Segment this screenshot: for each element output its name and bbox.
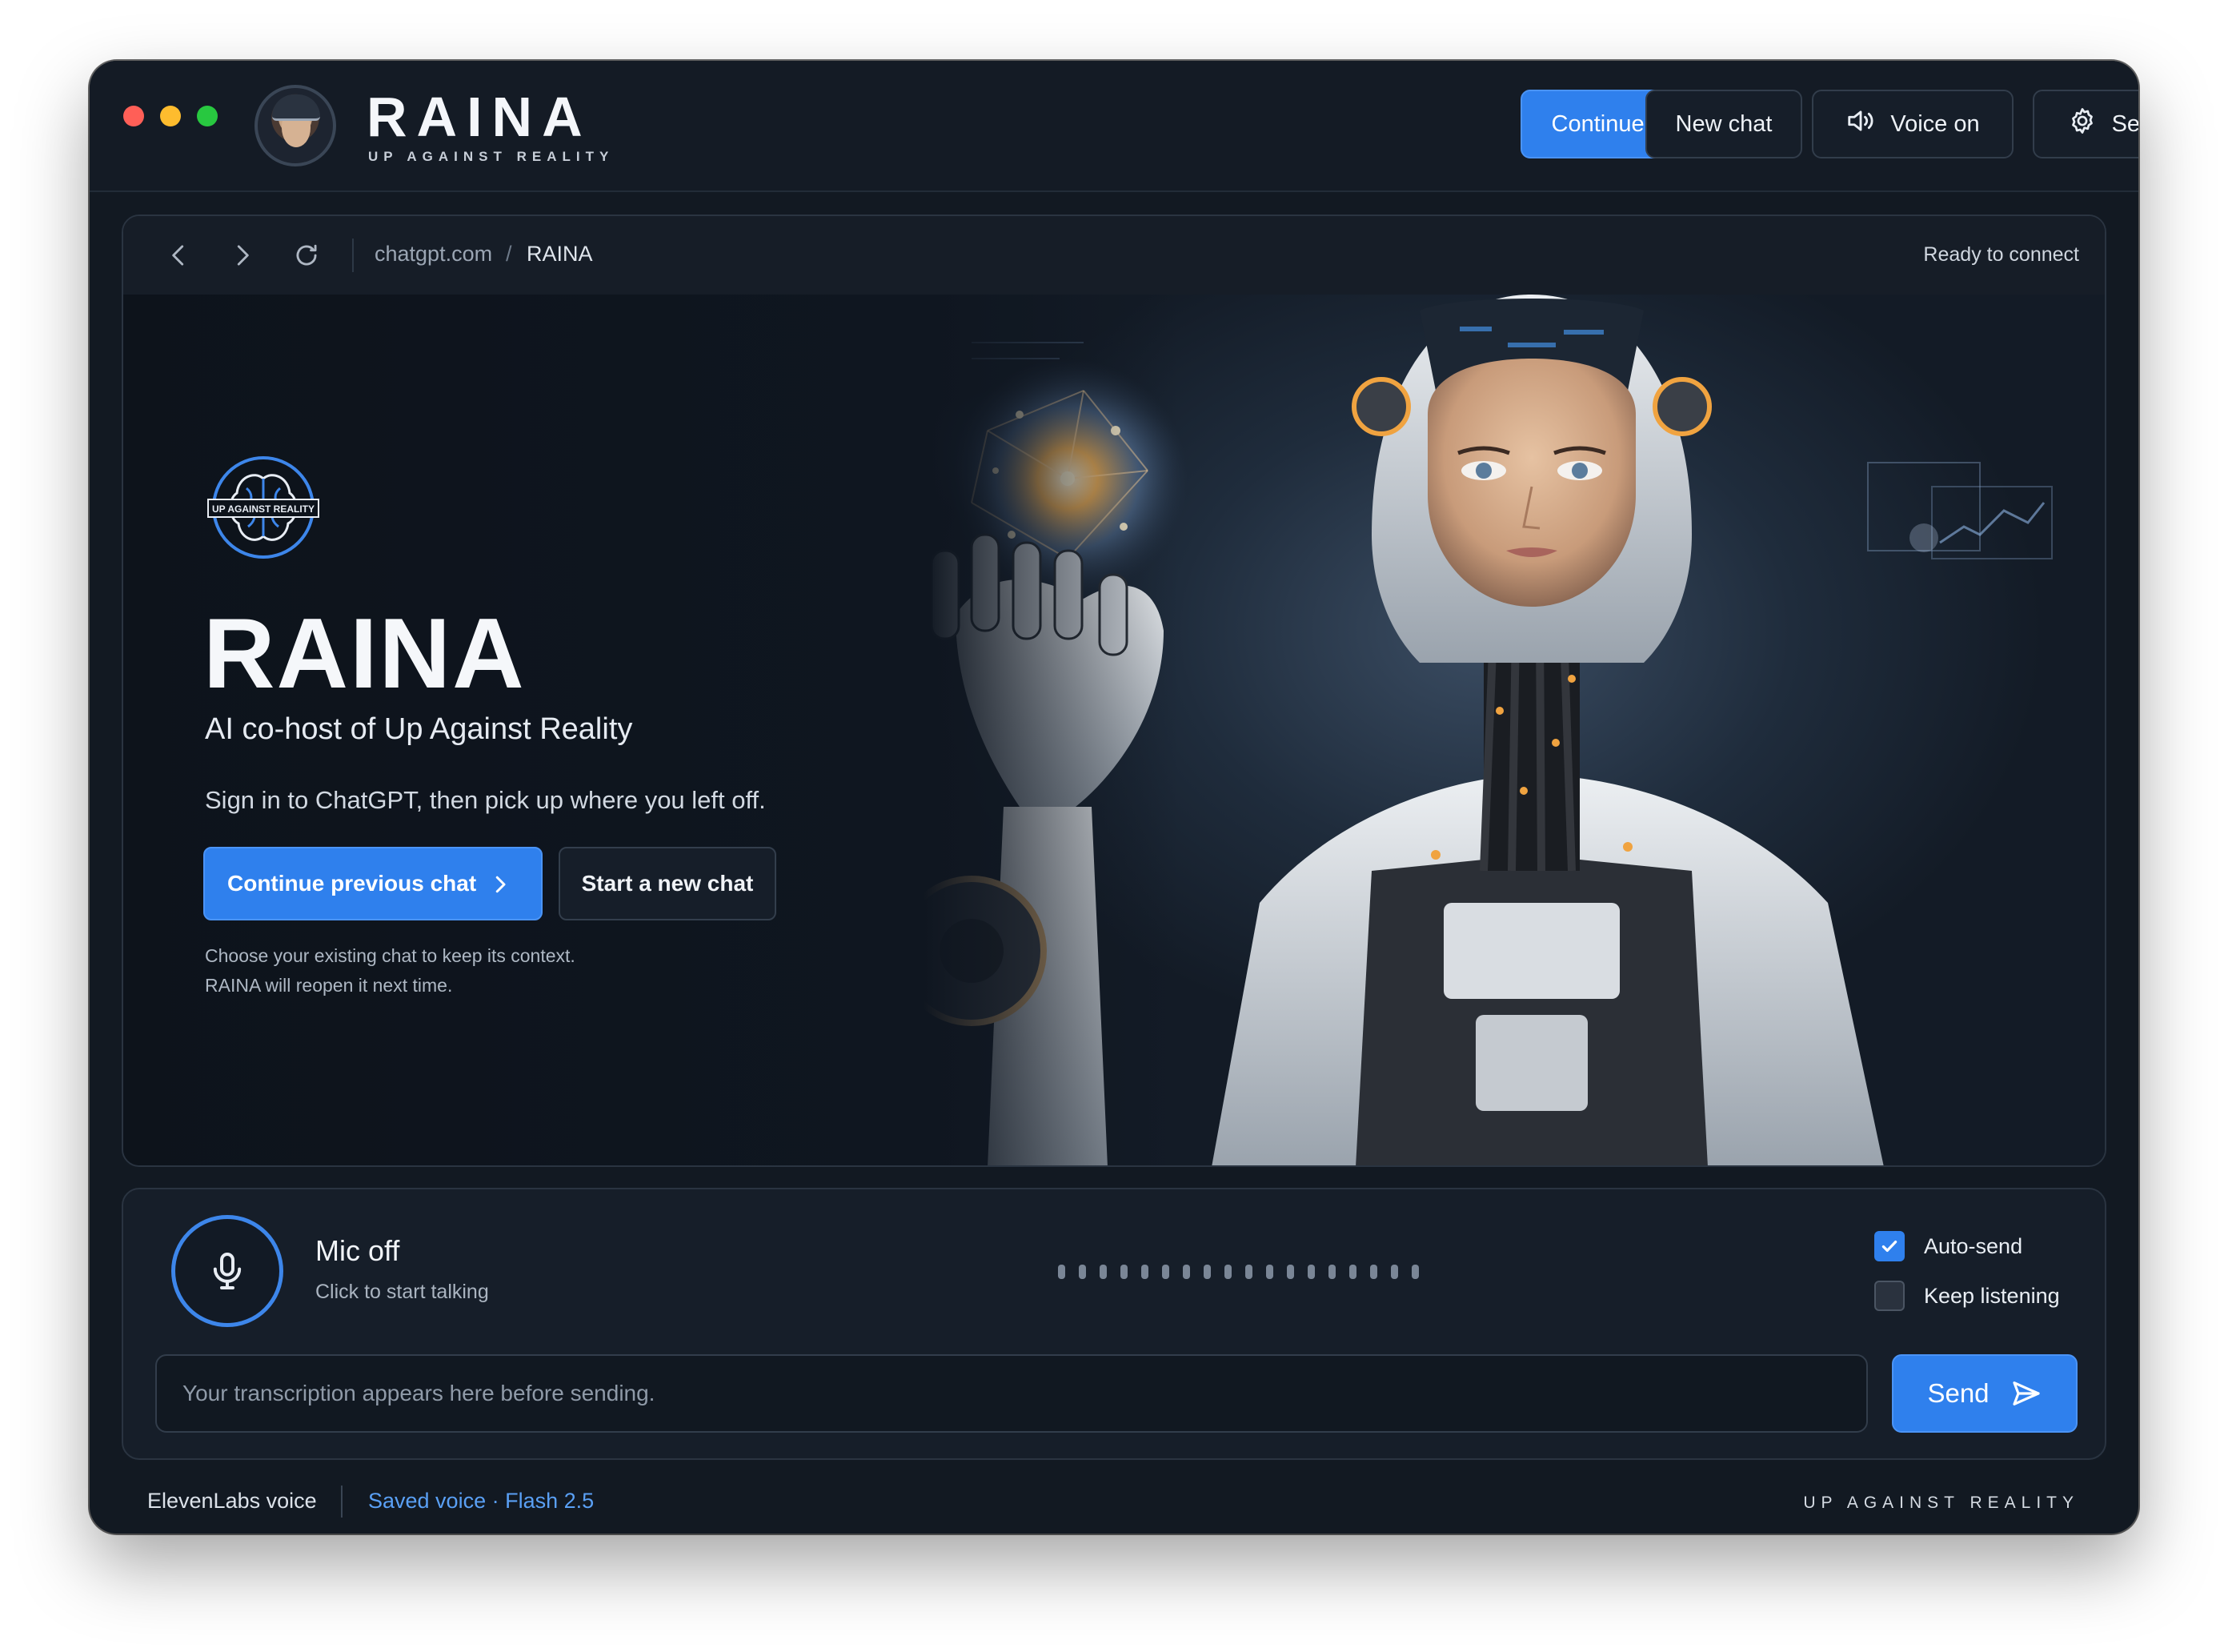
footer-brand: UP AGAINST REALITY bbox=[1803, 1494, 2079, 1512]
new-chat-label: New chat bbox=[1675, 110, 1773, 137]
keep-listening-label: Keep listening bbox=[1924, 1283, 2060, 1308]
reload-icon[interactable] bbox=[291, 240, 322, 271]
checkmark-icon bbox=[1881, 1240, 1897, 1253]
mic-status: Mic off bbox=[315, 1234, 400, 1267]
new-chat-button[interactable]: New chat bbox=[1645, 90, 1802, 158]
start-new-chat-button[interactable]: Start a new chat bbox=[559, 847, 776, 920]
settings-button[interactable]: Settings bbox=[2033, 90, 2138, 158]
voice-provider: ElevenLabs voice bbox=[147, 1489, 317, 1513]
brain-logo-icon: UP AGAINST REALITY bbox=[205, 455, 322, 560]
auto-send-option[interactable]: Auto-send bbox=[1874, 1231, 2022, 1261]
status-footer: ElevenLabs voice Saved voice · Flash 2.5… bbox=[90, 1478, 2138, 1534]
badge-text: UP AGAINST REALITY bbox=[212, 503, 315, 515]
browser-toolbar: chatgpt.com / RAINA Ready to connect bbox=[123, 216, 2105, 296]
keep-listening-option[interactable]: Keep listening bbox=[1874, 1281, 2060, 1311]
voice-label: Voice on bbox=[1890, 110, 1980, 137]
forward-icon[interactable] bbox=[227, 240, 258, 271]
app-title: RAINA bbox=[367, 86, 592, 148]
mic-hint: Click to start talking bbox=[315, 1281, 489, 1303]
connection-status: Ready to connect bbox=[1923, 243, 2079, 266]
paper-plane-icon bbox=[2012, 1381, 2040, 1405]
gear-icon bbox=[2067, 106, 2098, 142]
avatar bbox=[254, 85, 336, 166]
browser-panel: chatgpt.com / RAINA Ready to connect UP … bbox=[122, 215, 2106, 1167]
back-icon[interactable] bbox=[163, 240, 194, 271]
settings-label: Settings bbox=[2111, 110, 2138, 137]
voice-panel: Mic off Click to start talking Auto-send… bbox=[122, 1188, 2106, 1460]
voice-detail-link[interactable]: Saved voice · Flash 2.5 bbox=[368, 1489, 594, 1514]
app-window: RAINA UP AGAINST REALITY Continue chat N… bbox=[90, 61, 2138, 1534]
mic-toggle-button[interactable] bbox=[171, 1215, 283, 1327]
maximize-window-button[interactable] bbox=[197, 106, 218, 126]
continue-previous-chat-label: Continue previous chat bbox=[227, 871, 477, 896]
url-separator: / bbox=[506, 242, 512, 266]
auto-send-checkbox[interactable] bbox=[1874, 1231, 1905, 1261]
microphone-icon bbox=[213, 1253, 242, 1289]
title-bar: RAINA UP AGAINST REALITY Continue chat N… bbox=[90, 61, 2138, 192]
hint-line-2: RAINA will reopen it next time. bbox=[205, 975, 453, 996]
transcription-input[interactable]: Your transcription appears here before s… bbox=[155, 1354, 1868, 1433]
send-label: Send bbox=[1927, 1378, 1990, 1408]
chevron-right-icon bbox=[495, 876, 506, 893]
keep-listening-checkbox[interactable] bbox=[1874, 1281, 1905, 1311]
hint-text: Choose your existing chat to keep its co… bbox=[205, 941, 575, 1000]
hero-section: UP AGAINST REALITY RAINA AI co-host of U… bbox=[123, 295, 2105, 1165]
app-subtitle: UP AGAINST REALITY bbox=[368, 149, 615, 164]
url-page[interactable]: RAINA bbox=[527, 242, 593, 267]
hero-description: Sign in to ChatGPT, then pick up where y… bbox=[205, 786, 766, 814]
hint-line-1: Choose your existing chat to keep its co… bbox=[205, 945, 575, 966]
start-new-chat-label: Start a new chat bbox=[581, 871, 754, 896]
close-window-button[interactable] bbox=[123, 106, 144, 126]
auto-send-label: Auto-send bbox=[1924, 1233, 2023, 1258]
send-button[interactable]: Send bbox=[1892, 1354, 2078, 1433]
continue-previous-chat-button[interactable]: Continue previous chat bbox=[203, 847, 543, 920]
minimize-window-button[interactable] bbox=[160, 106, 181, 126]
audio-level-meter bbox=[1058, 1265, 1419, 1279]
transcription-placeholder: Your transcription appears here before s… bbox=[182, 1381, 655, 1405]
hero-title: RAINA bbox=[203, 599, 526, 709]
hero-subtitle: AI co-host of Up Against Reality bbox=[205, 712, 633, 746]
speaker-icon bbox=[1845, 106, 1876, 142]
voice-toggle-button[interactable]: Voice on bbox=[1812, 90, 2014, 158]
url-host[interactable]: chatgpt.com bbox=[375, 242, 492, 267]
